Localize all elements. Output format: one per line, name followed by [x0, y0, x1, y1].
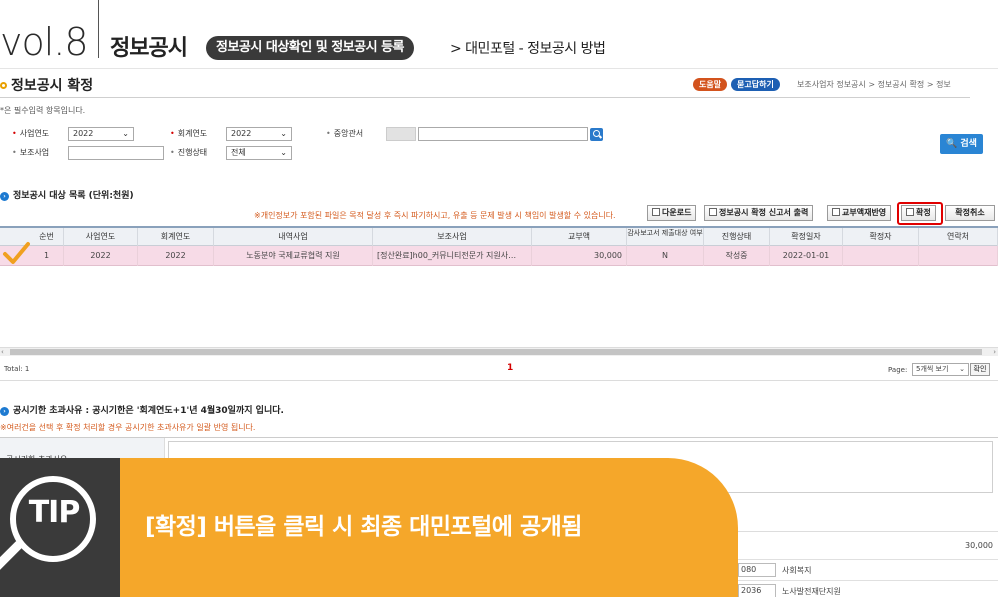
col-detail-project[interactable]: 내역사업 — [214, 228, 373, 246]
page-number[interactable]: 1 — [507, 363, 513, 373]
progress-label: • 진행상태 — [170, 148, 208, 157]
cell-no: 1 — [30, 246, 64, 266]
subsidy-input[interactable] — [68, 146, 164, 160]
qa-button[interactable]: 묻고답하기 — [731, 78, 780, 91]
project-year-select[interactable]: 2022 ⌄ — [68, 127, 134, 141]
subsidy-label: • 보조사업 — [12, 148, 50, 157]
list-section-title: › 정보공시 대상 목록 (단위:천원) — [0, 188, 134, 201]
col-project-year[interactable]: 사업연도 — [64, 228, 138, 246]
overdue-section-title: › 공시기한 초과사유 : 공시기한은 '회계연도+1'년 4월30일까지 입니다… — [0, 403, 284, 416]
guide-title: 정보공시 — [110, 36, 188, 61]
overdue-note: ※여러건을 선택 후 확정 처리할 경우 공시기한 초과사유가 일괄 반영 됩니… — [0, 423, 256, 432]
guide-header: vol.8 정보공시 정보공시 대상확인 및 정보공시 등록 > 대민포털 - … — [0, 0, 998, 68]
detail-panel: 30,000 080 사회복지 2036 노사발전재단지원 — [738, 531, 998, 597]
detail-row: 2036 노사발전재단지원 — [738, 580, 998, 597]
help-button[interactable]: 도움말 — [693, 78, 728, 91]
chevron-down-icon: ⌄ — [122, 129, 129, 138]
guide-breadcrumb: > 대민포털 - 정보공시 방법 — [450, 41, 606, 57]
cell-confirm-date: 2022-01-01 — [770, 246, 843, 266]
detail-amount: 30,000 — [965, 541, 993, 550]
col-audit-target[interactable]: 감사보고서 제출대상 여부 — [627, 228, 704, 246]
page-title: 정보공시 확정 — [0, 75, 93, 95]
grid-header: 순번 사업연도 회계연도 내역사업 보조사업 교부액 감사보고서 제출대상 여부… — [0, 226, 998, 246]
cell-contact — [919, 246, 998, 266]
detail-code: 080 — [738, 563, 776, 577]
col-amount[interactable]: 교부액 — [532, 228, 627, 246]
apply-amount-button[interactable]: 교부액재반영 — [827, 205, 892, 221]
col-subsidy[interactable]: 보조사업 — [373, 228, 532, 246]
search-button[interactable]: 🔍 검색 — [940, 134, 983, 154]
col-fiscal-year[interactable]: 회계연도 — [138, 228, 214, 246]
col-confirm-date[interactable]: 확정일자 — [770, 228, 843, 246]
cell-status: 작성중 — [704, 246, 770, 266]
row-checkmark-icon[interactable] — [2, 239, 30, 267]
scroll-right-icon[interactable]: › — [993, 348, 996, 356]
page-size-select[interactable]: 5개씩 보기 ⌄ — [912, 363, 969, 376]
cell-amount: 30,000 — [532, 246, 627, 266]
page-title-text: 정보공시 확정 — [11, 78, 94, 94]
cell-confirmer — [843, 246, 919, 266]
privacy-warning: ※개인정보가 포함된 파일은 목적 달성 후 즉시 파기하시고, 유출 등 문제… — [254, 211, 616, 220]
tip-badge-text: TIP — [28, 495, 81, 530]
detail-name: 노사발전재단지원 — [782, 587, 841, 596]
print-icon — [709, 208, 717, 216]
chevron-down-icon: ⌄ — [280, 148, 287, 157]
guide-topic-pill: 정보공시 대상확인 및 정보공시 등록 — [206, 36, 415, 60]
col-confirmer[interactable]: 확정자 — [843, 228, 919, 246]
detail-code: 2036 — [738, 584, 776, 597]
download-icon — [652, 208, 660, 216]
detail-name: 사회복지 — [782, 566, 812, 575]
search-icon[interactable] — [590, 128, 603, 141]
cell-detail-project: 노동분야 국제교류협력 지원 — [214, 246, 373, 266]
page-go-button[interactable]: 확인 — [970, 363, 990, 376]
edit-icon — [832, 208, 840, 216]
volume-divider — [98, 0, 99, 58]
col-no[interactable]: 순번 — [30, 228, 64, 246]
project-year-label: • 사업연도 — [12, 129, 50, 138]
print-report-button[interactable]: 정보공시 확정 신고서 출력 — [704, 205, 814, 221]
cancel-confirm-button[interactable]: 확정취소 — [945, 205, 995, 221]
scroll-thumb[interactable] — [10, 349, 982, 355]
cell-fiscal-year: 2022 — [138, 246, 214, 266]
search-panel: • 사업연도 2022 ⌄ • 회계연도 2022 ⌄ • 중앙관서 • 보조사업 • 진행상… — [0, 121, 998, 167]
col-status[interactable]: 진행상태 — [704, 228, 770, 246]
scroll-left-icon[interactable]: ‹ — [1, 348, 4, 356]
detail-row: 080 사회복지 — [738, 559, 998, 579]
cell-audit-target: N — [627, 246, 704, 266]
total-count: Total: 1 — [4, 365, 30, 373]
cell-subsidy: [정산완료]h00_커뮤니티전문가 지원사… — [373, 246, 532, 266]
tip-message: [확정] 버튼을 클릭 시 최종 대민포털에 공개됨 — [145, 514, 582, 540]
page-size-label: Page: — [888, 366, 908, 374]
ministry-label: • 중앙관서 — [326, 129, 364, 138]
progress-select[interactable]: 전체 ⌄ — [226, 146, 292, 160]
breadcrumb: 보조사업자 정보공시 > 정보공시 확정 > 정보 — [797, 80, 951, 89]
fiscal-year-label: • 회계연도 — [170, 129, 208, 138]
fiscal-year-select[interactable]: 2022 ⌄ — [226, 127, 292, 141]
title-bullet-icon — [0, 82, 7, 89]
chevron-down-icon: ⌄ — [280, 129, 287, 138]
col-contact[interactable]: 연락처 — [919, 228, 998, 246]
confirm-highlight-box — [897, 202, 943, 225]
ministry-name-input[interactable] — [418, 127, 588, 141]
horizontal-scrollbar[interactable]: ‹ › — [0, 347, 998, 356]
table-row[interactable]: 1 2022 2022 노동분야 국제교류협력 지원 [정산완료]h00_커뮤니… — [0, 246, 998, 266]
chevron-down-icon: ⌄ — [959, 365, 965, 373]
pager: Total: 1 1 Page: 5개씩 보기 ⌄ 확인 — [0, 359, 998, 381]
required-note: *은 필수입력 항목입니다. — [0, 106, 86, 115]
download-button[interactable]: 다운로드 — [647, 205, 697, 221]
section-arrow-icon: › — [0, 192, 9, 201]
section-arrow-icon: › — [0, 407, 9, 416]
ministry-code-input — [386, 127, 416, 141]
title-divider — [0, 97, 970, 98]
volume-label: vol.8 — [0, 20, 89, 64]
cell-project-year: 2022 — [64, 246, 138, 266]
